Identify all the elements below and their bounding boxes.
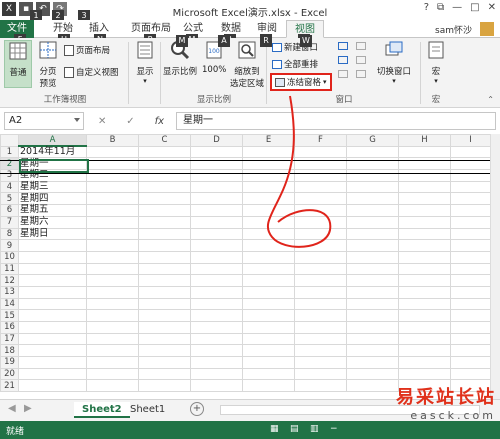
watermark: 易采站长站 easck.com bbox=[396, 383, 496, 422]
status-ready: 就绪 bbox=[6, 427, 25, 437]
red-annotation bbox=[266, 95, 332, 248]
watermark-cn: 易采站长站 bbox=[396, 387, 496, 408]
sheet-next-icon[interactable]: ▶ bbox=[24, 403, 32, 414]
page-layout-icon[interactable]: ▤ bbox=[290, 424, 299, 434]
sheet-prev-icon[interactable]: ◀ bbox=[8, 403, 16, 414]
sheet-tab-sheet1[interactable]: Sheet1 bbox=[122, 402, 173, 418]
zoom-out-icon[interactable]: − bbox=[330, 424, 338, 434]
normal-view-icon[interactable]: ▦ bbox=[270, 424, 279, 434]
status-bar: 就绪 ▦ ▤ ▥ − bbox=[0, 421, 500, 439]
add-sheet-button[interactable]: + bbox=[190, 402, 204, 416]
page-break-icon[interactable]: ▥ bbox=[310, 424, 319, 434]
